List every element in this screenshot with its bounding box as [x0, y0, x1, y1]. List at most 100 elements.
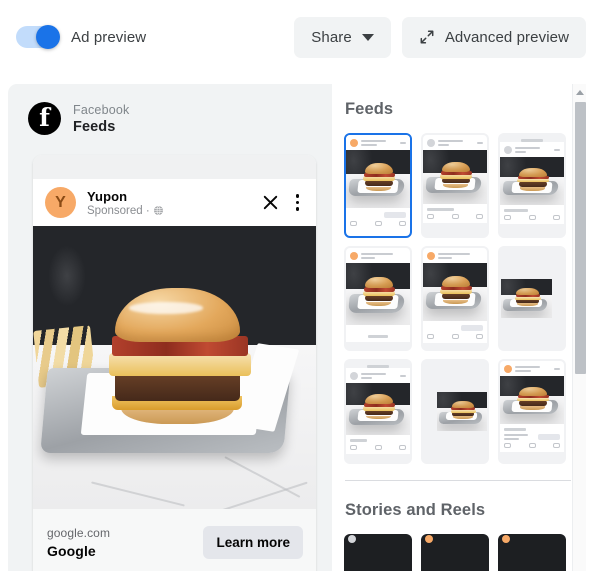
thumb-creative: [346, 383, 410, 435]
thumb-text-lines: [361, 373, 397, 379]
thumb-footer: [346, 435, 410, 454]
feed-thumb-7[interactable]: [344, 359, 412, 464]
preview-workspace: f Facebook Feeds Y Yupon Sponsored · goo…: [0, 74, 600, 571]
section-divider: [345, 480, 571, 481]
advanced-preview-button[interactable]: Advanced preview: [401, 16, 586, 58]
thumb-text-lines: [361, 253, 406, 259]
thumb-cta: [461, 325, 483, 331]
thumb-menu-icon: [400, 375, 406, 377]
story-thumb-2[interactable]: [421, 534, 489, 571]
thumb-avatar-icon: [504, 146, 512, 154]
ad-card-header: Y Yupon Sponsored ·: [33, 179, 316, 226]
feed-thumb-3[interactable]: [498, 133, 566, 238]
thumb-avatar-icon: [427, 252, 435, 260]
thumb-creative: [501, 279, 553, 318]
thumb-header: [423, 248, 487, 263]
feed-thumb-6[interactable]: [498, 246, 566, 351]
thumb-creative: [500, 376, 564, 424]
gallery-scrollbar[interactable]: [572, 84, 586, 571]
creative-cheese: [109, 353, 251, 376]
thumb-creative: [437, 392, 487, 431]
feed-thumb-2[interactable]: [421, 133, 489, 238]
toggle-switch-track[interactable]: [16, 25, 60, 49]
feed-thumb-4[interactable]: [344, 246, 412, 351]
scroll-up-arrow-icon[interactable]: [573, 86, 587, 99]
thumb-creative: [346, 150, 410, 208]
thumb-text-lines: [438, 253, 483, 259]
thumb-avatar-icon: [350, 252, 358, 260]
channel-platform-label: Facebook: [73, 102, 130, 117]
learn-more-button[interactable]: Learn more: [203, 525, 303, 559]
top-toolbar: Ad preview Share Advanced preview: [0, 0, 600, 74]
story-thumb-header: [421, 534, 489, 543]
thumb-text-lines: [515, 147, 551, 153]
thumb-menu-icon: [554, 149, 560, 151]
thumb-header: [500, 142, 564, 157]
thumb-creative: [423, 150, 487, 204]
thumb-action-icons: [427, 334, 483, 339]
thumb-label-bar: [427, 208, 454, 211]
story-thumb-1[interactable]: [344, 534, 412, 571]
thumb-avatar-icon: [504, 365, 512, 373]
thumb-label-bar: [350, 439, 367, 442]
advertiser-name: Yupon: [87, 188, 128, 204]
thumb-menu-icon: [400, 142, 406, 144]
thumb-text-and-cta: [504, 434, 560, 440]
thumb-header: [346, 368, 410, 383]
channel-surface-label: Feeds: [73, 118, 116, 135]
chevron-down-icon: [361, 33, 374, 41]
feed-thumb-8[interactable]: [421, 359, 489, 464]
kebab-menu-icon[interactable]: [292, 192, 304, 213]
thumb-header: [346, 135, 410, 150]
thumb-cta: [384, 212, 406, 218]
ad-preview-toggle[interactable]: Ad preview: [16, 25, 147, 49]
thumb-action-icons: [350, 445, 406, 450]
feed-thumb-9[interactable]: [498, 359, 566, 464]
creative-bun-highlight: [129, 302, 203, 314]
thumb-footer: [500, 205, 564, 224]
feed-thumb-1[interactable]: [344, 133, 412, 238]
cta-domain: google.com: [47, 525, 111, 540]
share-button[interactable]: Share: [294, 16, 391, 58]
thumb-action-icons: [350, 221, 406, 226]
thumb-footer: [423, 204, 487, 223]
share-button-label: Share: [311, 28, 352, 46]
toggle-switch-knob: [36, 25, 60, 49]
thumb-creative: [423, 263, 487, 321]
advanced-preview-label: Advanced preview: [444, 28, 569, 46]
thumb-label-bar: [504, 428, 527, 431]
globe-icon: [153, 205, 163, 216]
thumb-centered-wrap: [423, 361, 487, 462]
facebook-icon: f: [28, 102, 61, 135]
format-gallery-pane: Feeds Stories and Reels: [333, 84, 600, 571]
ad-preview-toggle-label: Ad preview: [71, 28, 147, 46]
sponsored-meta: Sponsored ·: [87, 205, 164, 217]
thumb-centered-wrap: [500, 248, 564, 349]
thumb-action-icons: [427, 214, 483, 219]
thumb-text-lines: [515, 366, 551, 372]
pane-right-edge: [586, 84, 600, 571]
thumb-menu-icon: [554, 368, 560, 370]
stories-thumbnail-grid: [344, 534, 573, 571]
story-thumb-header: [498, 534, 566, 543]
thumb-text-lines: [438, 140, 474, 146]
thumb-menu-icon: [477, 142, 483, 144]
feeds-thumbnail-grid: [344, 133, 573, 464]
gallery-section-title-feeds: Feeds: [345, 100, 394, 118]
channel-header: f Facebook Feeds: [8, 84, 332, 135]
story-thumb-3[interactable]: [498, 534, 566, 571]
advertiser-block: Yupon Sponsored ·: [87, 189, 164, 217]
scrollbar-thumb[interactable]: [575, 102, 586, 374]
thumb-footer: [346, 208, 410, 230]
feed-thumb-5[interactable]: [421, 246, 489, 351]
thumb-cta: [538, 434, 560, 440]
ad-preview-card: Y Yupon Sponsored · google.com Google Le…: [33, 155, 316, 571]
thumb-action-icons: [504, 215, 560, 220]
card-top-strip: [33, 155, 316, 179]
thumb-creative: [346, 263, 410, 325]
close-icon[interactable]: [262, 194, 279, 211]
thumb-action-icons: [504, 443, 560, 448]
thumb-footer: [423, 321, 487, 343]
avatar: Y: [45, 187, 76, 218]
thumb-label-bar: [504, 209, 528, 212]
